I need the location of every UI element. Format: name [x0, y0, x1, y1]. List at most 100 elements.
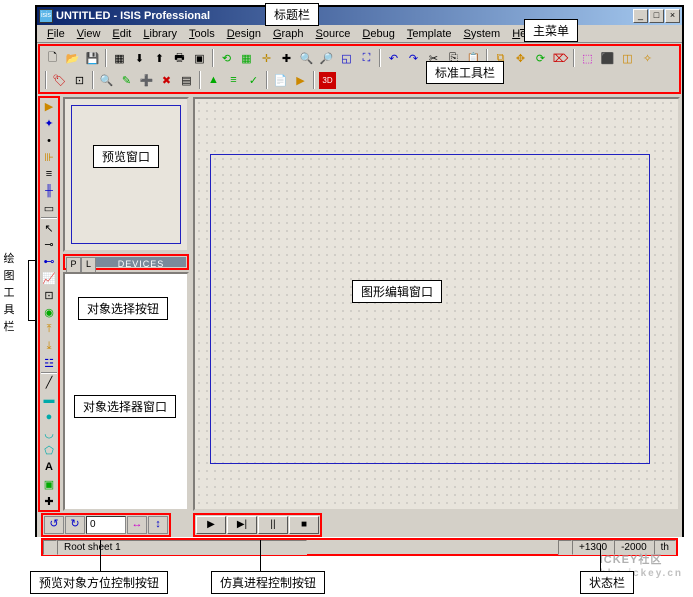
block-rotate-icon[interactable]: ⟳ — [531, 49, 550, 68]
pick-l-button[interactable]: L — [81, 257, 96, 273]
pick-p-button[interactable]: P — [66, 257, 81, 273]
callout-objselwin: 对象选择器窗口 — [74, 395, 176, 418]
pin-icon[interactable]: ⊷ — [40, 254, 58, 270]
arc-icon[interactable]: ◡ — [40, 426, 58, 442]
instrument-icon[interactable]: ☳ — [40, 355, 58, 371]
pointer-icon[interactable]: ↖ — [40, 220, 58, 236]
pick-icon[interactable]: ⬚ — [578, 49, 597, 68]
hidden-pins-icon[interactable]: ⊡ — [70, 71, 89, 90]
property-icon[interactable]: ✎ — [117, 71, 136, 90]
bus-icon[interactable]: ╫ — [40, 183, 58, 199]
zoom-area-icon[interactable]: ⛶ — [357, 49, 376, 68]
stop-button[interactable]: ■ — [289, 516, 319, 534]
zoom-out-icon[interactable]: 🔎 — [317, 49, 336, 68]
block-move-icon[interactable]: ✥ — [511, 49, 530, 68]
menu-source[interactable]: Source — [310, 27, 357, 41]
current-probe-icon[interactable]: ⤓ — [40, 338, 58, 354]
grid-icon[interactable]: ▦ — [237, 49, 256, 68]
box-icon[interactable]: ▬ — [40, 392, 58, 408]
wire-label-icon[interactable]: 🏷 — [50, 71, 69, 90]
menu-tools[interactable]: Tools — [183, 27, 221, 41]
center-icon[interactable]: ✚ — [277, 49, 296, 68]
graph-icon[interactable]: 📈 — [40, 271, 58, 287]
new-sheet-icon[interactable]: ➕ — [137, 71, 156, 90]
schematic-editor[interactable] — [193, 97, 680, 511]
print-area-icon[interactable]: ▦ — [110, 49, 129, 68]
callout-stdtoolbar: 标准工具栏 — [426, 61, 504, 84]
voltage-probe-icon[interactable]: ⤒ — [40, 321, 58, 337]
new-icon[interactable]: 🗋 — [43, 49, 62, 68]
circle-icon[interactable]: ● — [40, 409, 58, 425]
3d-icon[interactable]: 3D — [318, 71, 337, 90]
remove-sheet-icon[interactable]: ✖ — [157, 71, 176, 90]
app-window: isis UNTITLED - ISIS Professional _ □ × … — [35, 5, 684, 537]
marker-icon[interactable]: ✚ — [40, 493, 58, 509]
path-icon[interactable]: ⬠ — [40, 443, 58, 459]
search-icon[interactable]: 🔍 — [97, 71, 116, 90]
menu-graph[interactable]: Graph — [267, 27, 310, 41]
zoom-all-icon[interactable]: ◱ — [337, 49, 356, 68]
subcircuit-icon[interactable]: ▭ — [40, 200, 58, 216]
package-icon[interactable]: ◫ — [618, 49, 637, 68]
menu-template[interactable]: Template — [401, 27, 458, 41]
symbol-icon[interactable]: ▣ — [40, 476, 58, 492]
menu-edit[interactable]: Edit — [106, 27, 137, 41]
orientation-controls: ↺ ↻ 0 ↔ ↕ — [41, 513, 171, 537]
goto-sheet-icon[interactable]: ▤ — [177, 71, 196, 90]
menu-view[interactable]: View — [71, 27, 107, 41]
open-icon[interactable]: 📂 — [63, 49, 82, 68]
rotate-ccw-icon[interactable]: ↺ — [44, 516, 64, 534]
generator-icon[interactable]: ◉ — [40, 305, 58, 321]
selection-icon[interactable]: ▶ — [40, 99, 58, 115]
redo-icon[interactable]: ↷ — [404, 49, 423, 68]
callout-sim: 仿真进程控制按钮 — [211, 571, 325, 594]
tape-icon[interactable]: ⊡ — [40, 288, 58, 304]
menu-library[interactable]: Library — [137, 27, 183, 41]
line-icon[interactable]: ╱ — [40, 375, 58, 391]
close-button[interactable]: × — [665, 9, 680, 23]
app-icon: isis — [39, 9, 53, 23]
step-button[interactable]: ▶| — [227, 516, 257, 534]
menu-debug[interactable]: Debug — [356, 27, 400, 41]
mark-icon[interactable]: ▣ — [190, 49, 209, 68]
junction-icon[interactable]: • — [40, 133, 58, 149]
ares-icon[interactable]: ▶ — [291, 71, 310, 90]
menubar: File View Edit Library Tools Design Grap… — [37, 25, 682, 43]
devices-label: DEVICES — [96, 257, 186, 267]
export-icon[interactable]: ⬆ — [150, 49, 169, 68]
mirror-v-icon[interactable]: ↕ — [148, 516, 168, 534]
menu-system[interactable]: System — [458, 27, 507, 41]
import-icon[interactable]: ⬇ — [130, 49, 149, 68]
print-icon[interactable]: 🖶 — [170, 49, 189, 68]
minimize-button[interactable]: _ — [633, 9, 648, 23]
make-icon[interactable]: ⬛ — [598, 49, 617, 68]
undo-icon[interactable]: ↶ — [384, 49, 403, 68]
pause-button[interactable]: || — [258, 516, 288, 534]
save-icon[interactable]: 💾 — [83, 49, 102, 68]
status-led — [558, 540, 572, 555]
erc-icon[interactable]: ✓ — [244, 71, 263, 90]
wire-label-tool-icon[interactable]: ⊪ — [40, 150, 58, 166]
maximize-button[interactable]: □ — [649, 9, 664, 23]
play-button[interactable]: ▶ — [196, 516, 226, 534]
mirror-h-icon[interactable]: ↔ — [127, 516, 147, 534]
drawing-toolbar: ▶ ✦ • ⊪ ≡ ╫ ▭ ↖ ⊸ ⊷ 📈 ⊡ ◉ ⤒ ⤓ ☳ ╱ ▬ ● ◡ … — [38, 96, 60, 512]
block-delete-icon[interactable]: ⌦ — [551, 49, 570, 68]
text-script-icon[interactable]: ≡ — [40, 167, 58, 183]
bill-icon[interactable]: ≡ — [224, 71, 243, 90]
zoom-in-icon[interactable]: 🔍 — [297, 49, 316, 68]
menu-file[interactable]: File — [41, 27, 71, 41]
refresh-icon[interactable]: ⟲ — [217, 49, 236, 68]
rotation-field[interactable]: 0 — [86, 516, 126, 534]
netlist-icon[interactable]: 📄 — [271, 71, 290, 90]
statusbar: Root sheet 1 +1300 -2000 th — [41, 538, 678, 556]
terminal-icon[interactable]: ⊸ — [40, 237, 58, 253]
rotate-cw-icon[interactable]: ↻ — [65, 516, 85, 534]
component-icon[interactable]: ✦ — [40, 116, 58, 132]
decompose-icon[interactable]: ✧ — [638, 49, 657, 68]
menu-design[interactable]: Design — [221, 27, 267, 41]
text-icon[interactable]: A — [40, 459, 58, 475]
design-explorer-icon[interactable]: ▲ — [204, 71, 223, 90]
callout-preview: 预览窗口 — [93, 145, 159, 168]
origin-icon[interactable]: ✛ — [257, 49, 276, 68]
